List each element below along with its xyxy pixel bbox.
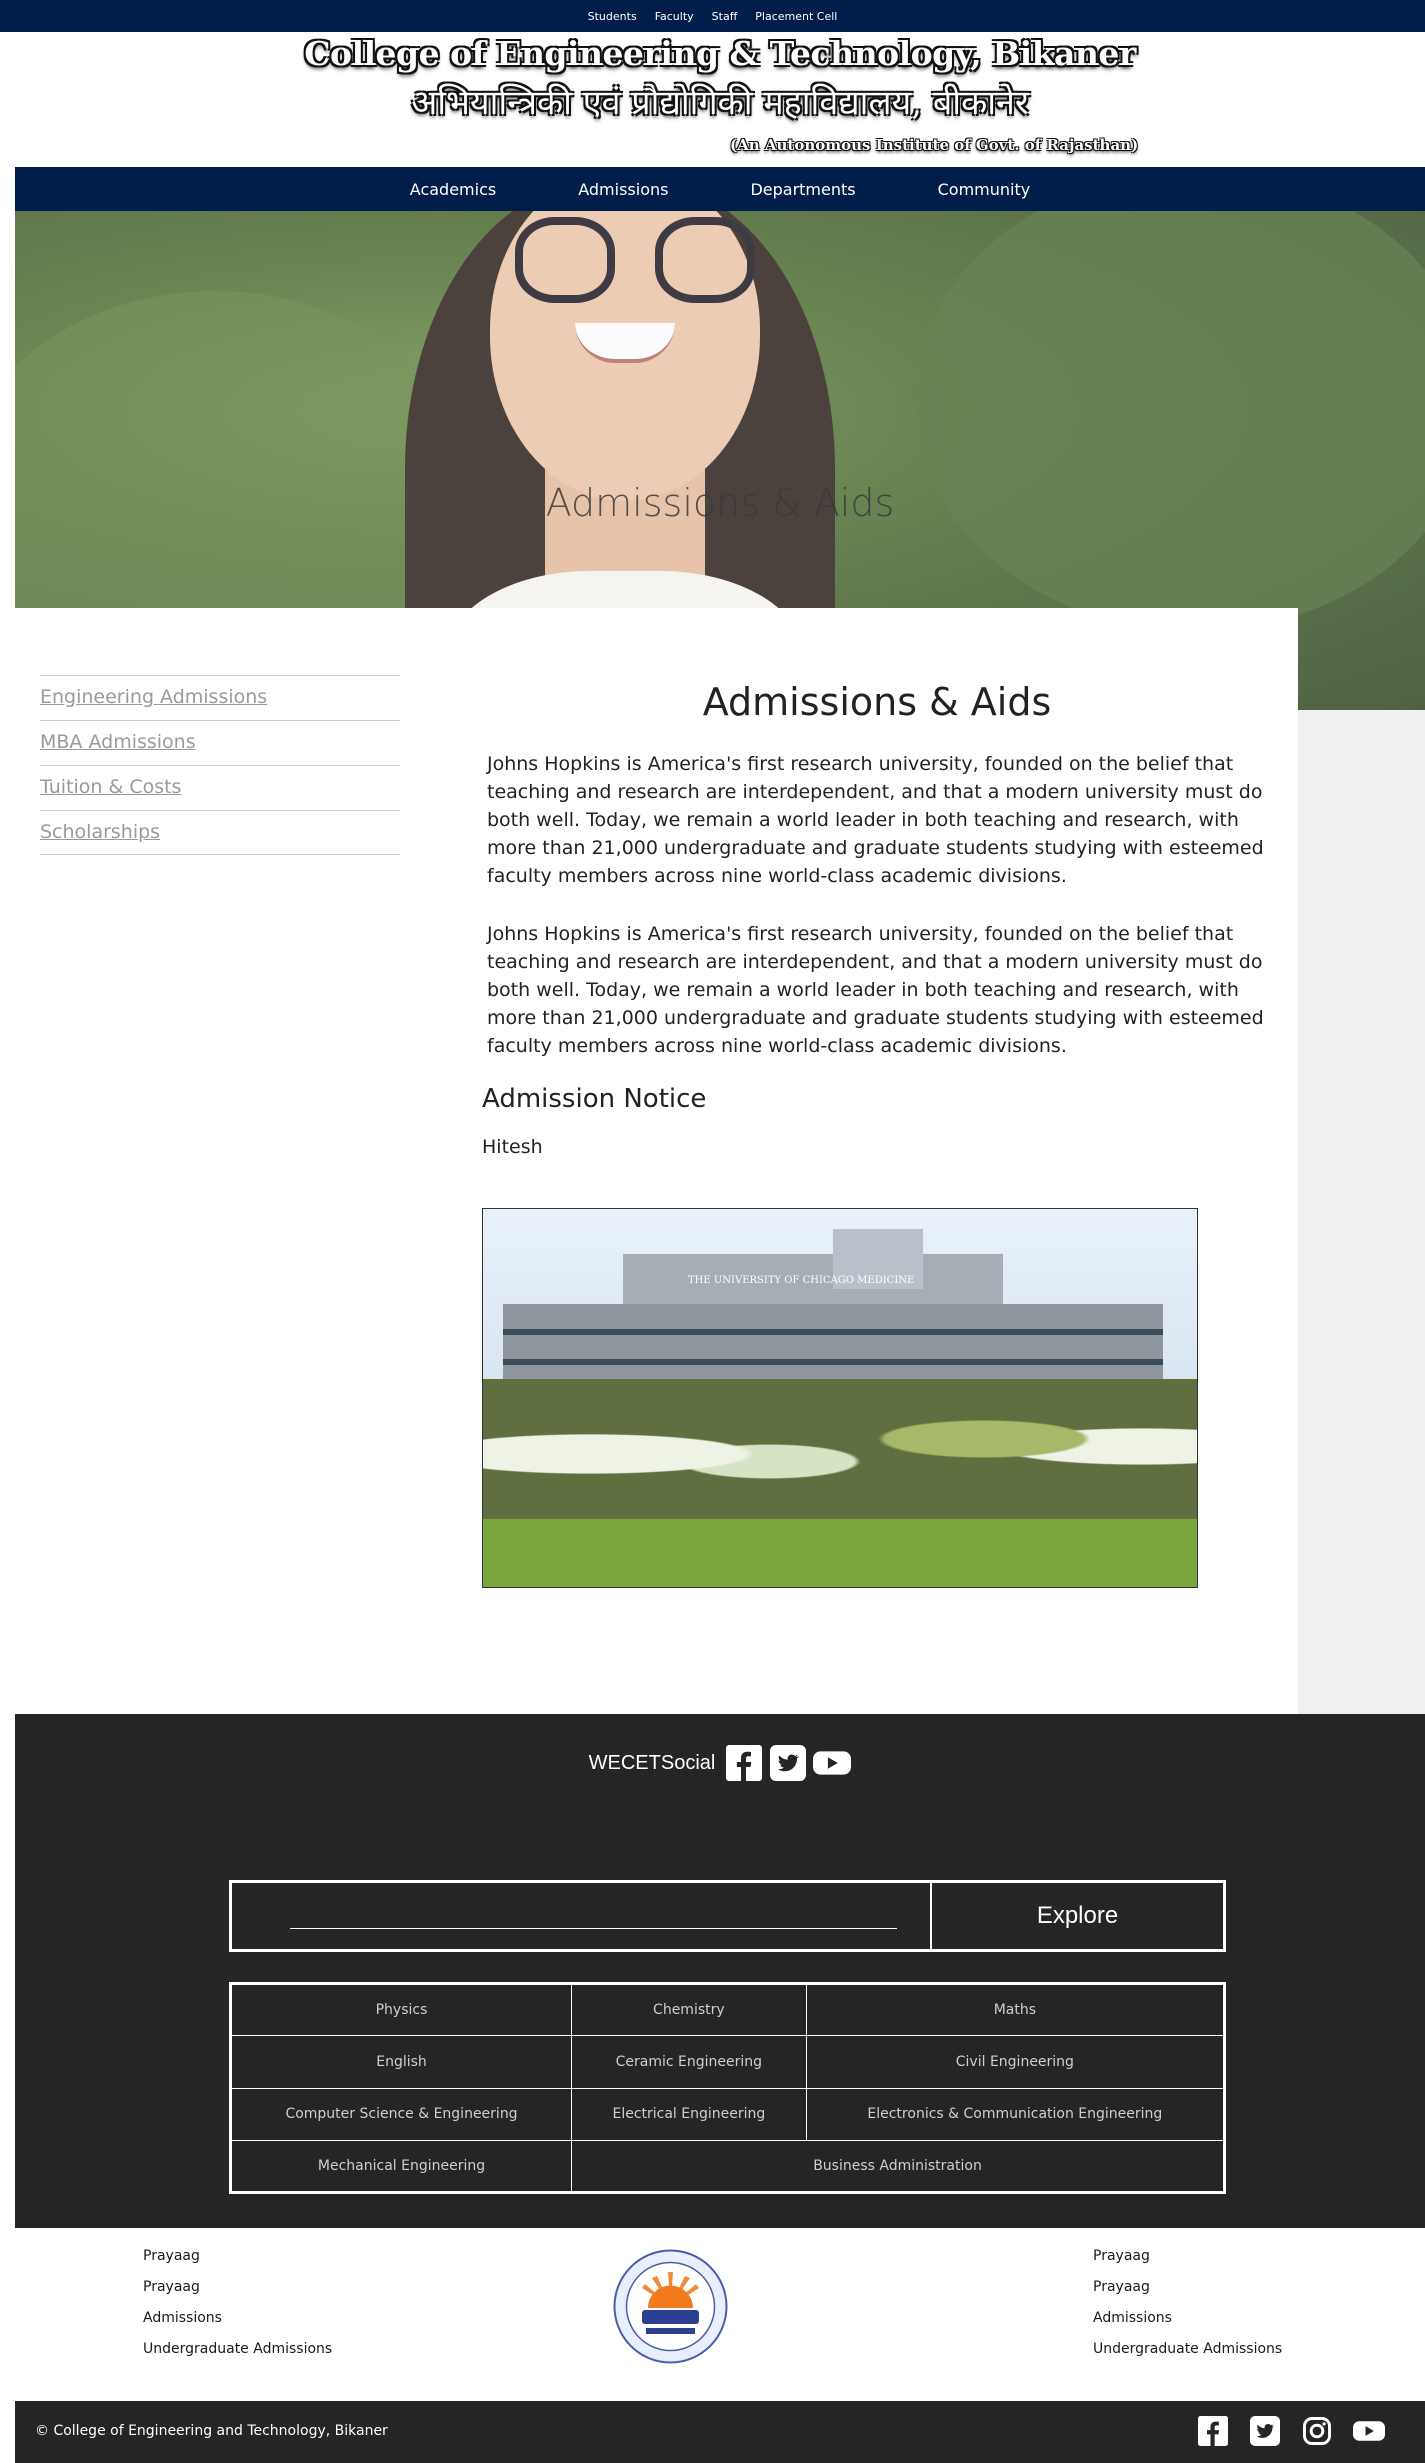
sidebar-item-scholarships[interactable]: Scholarships bbox=[40, 810, 400, 855]
footer-link[interactable]: Undergraduate Admissions bbox=[1093, 2341, 1282, 2372]
topbar-link-placement-cell[interactable]: Placement Cell bbox=[755, 10, 837, 23]
notice-image-window-band bbox=[503, 1329, 1163, 1335]
dept-link-electronics-communication[interactable]: Electronics & Communication Engineering bbox=[805, 2087, 1226, 2141]
bottom-bar: © College of Engineering and Technology,… bbox=[15, 2401, 1425, 2463]
youtube-icon[interactable] bbox=[813, 1744, 852, 1782]
notice-image: THE UNIVERSITY OF CHICAGO MEDICINE bbox=[482, 1208, 1198, 1588]
nav-departments[interactable]: Departments bbox=[709, 180, 896, 199]
table-row: Mechanical Engineering Business Administ… bbox=[229, 2139, 1225, 2194]
explore-field-wrapper bbox=[232, 1883, 932, 1949]
dept-link-chemistry[interactable]: Chemistry bbox=[571, 1982, 807, 2037]
facebook-icon[interactable] bbox=[725, 1744, 763, 1782]
footer-link[interactable]: Undergraduate Admissions bbox=[143, 2341, 332, 2372]
table-row: Physics Chemistry Maths bbox=[229, 1982, 1226, 2037]
top-utility-bar: Students Faculty Staff Placement Cell bbox=[0, 0, 1425, 32]
college-logo bbox=[612, 2248, 729, 2365]
explore-search: Explore bbox=[229, 1880, 1226, 1952]
twitter-icon[interactable] bbox=[1249, 2415, 1281, 2447]
sidebar-item-engineering-admissions[interactable]: Engineering Admissions bbox=[40, 675, 400, 720]
sidebar-navigation: Engineering Admissions MBA Admissions Tu… bbox=[40, 675, 400, 855]
notice-title: Hitesh bbox=[482, 1136, 543, 1158]
hero-title: Admissions & Aids bbox=[545, 481, 895, 525]
footer-link[interactable]: Admissions bbox=[143, 2310, 332, 2341]
footer-link-list-left: Prayaag Prayaag Admissions Undergraduate… bbox=[143, 2248, 332, 2372]
right-gutter bbox=[1298, 710, 1425, 1714]
footer-link[interactable]: Admissions bbox=[1093, 2310, 1282, 2341]
social-row: WECETSocial bbox=[15, 1744, 1425, 1782]
footer-link[interactable]: Prayaag bbox=[1093, 2279, 1282, 2310]
dept-link-physics[interactable]: Physics bbox=[229, 1982, 573, 2037]
footer-link-list-right: Prayaag Prayaag Admissions Undergraduate… bbox=[1093, 2248, 1282, 2372]
departments-grid: Physics Chemistry Maths English Ceramic … bbox=[229, 1982, 1226, 2194]
masthead: College of Engineering & Technology, Bik… bbox=[15, 32, 1425, 167]
nav-community[interactable]: Community bbox=[897, 180, 1072, 199]
dept-link-maths[interactable]: Maths bbox=[805, 1982, 1226, 2037]
footer-main: WECETSocial Explore Physics Chemistry Ma… bbox=[15, 1714, 1425, 2228]
notice-image-trees bbox=[483, 1379, 1197, 1529]
copyright-text: © College of Engineering and Technology,… bbox=[35, 2423, 388, 2439]
dept-link-business-administration[interactable]: Business Administration bbox=[571, 2139, 1225, 2194]
table-row: Computer Science & Engineering Electrica… bbox=[229, 2087, 1226, 2141]
site-title-english[interactable]: College of Engineering & Technology, Bik… bbox=[15, 34, 1425, 73]
footer-link[interactable]: Prayaag bbox=[143, 2248, 332, 2279]
footer-link[interactable]: Prayaag bbox=[143, 2279, 332, 2310]
article-paragraph: Johns Hopkins is America's first researc… bbox=[487, 753, 1264, 887]
twitter-icon[interactable] bbox=[769, 1744, 807, 1782]
sidebar-item-tuition-costs[interactable]: Tuition & Costs bbox=[40, 765, 400, 810]
dept-link-ceramic-engineering[interactable]: Ceramic Engineering bbox=[571, 2035, 807, 2089]
dept-link-english[interactable]: English bbox=[229, 2035, 573, 2089]
site-title-hindi: अभियान्त्रिकी एवं प्रौद्योगिकी महाविद्या… bbox=[411, 83, 1029, 123]
table-row: English Ceramic Engineering Civil Engine… bbox=[229, 2035, 1226, 2089]
page-title: Admissions & Aids bbox=[702, 680, 1052, 724]
topbar-link-staff[interactable]: Staff bbox=[712, 10, 738, 23]
sidebar-item-mba-admissions[interactable]: MBA Admissions bbox=[40, 720, 400, 765]
dept-link-electrical-engineering[interactable]: Electrical Engineering bbox=[571, 2087, 807, 2141]
footer-link[interactable]: Prayaag bbox=[1093, 2248, 1282, 2279]
explore-button[interactable]: Explore bbox=[932, 1883, 1223, 1949]
article-paragraph: Johns Hopkins is America's first researc… bbox=[487, 923, 1264, 1057]
nav-admissions[interactable]: Admissions bbox=[537, 180, 709, 199]
youtube-icon[interactable] bbox=[1353, 2415, 1385, 2447]
notice-image-window-band bbox=[503, 1359, 1163, 1365]
topbar-link-faculty[interactable]: Faculty bbox=[655, 10, 694, 23]
dept-link-mechanical-engineering[interactable]: Mechanical Engineering bbox=[229, 2139, 573, 2194]
explore-input[interactable] bbox=[290, 1903, 897, 1929]
topbar-link-students[interactable]: Students bbox=[588, 10, 637, 23]
bottom-social-icons bbox=[1197, 2415, 1385, 2447]
admission-notice-heading: Admission Notice bbox=[482, 1084, 707, 1114]
notice-image-sign: THE UNIVERSITY OF CHICAGO MEDICINE bbox=[688, 1275, 915, 1286]
footer-links: Prayaag Prayaag Admissions Undergraduate… bbox=[15, 2228, 1425, 2401]
notice-image-lawn bbox=[483, 1519, 1197, 1587]
instagram-icon[interactable] bbox=[1301, 2415, 1333, 2447]
dept-link-computer-science[interactable]: Computer Science & Engineering bbox=[229, 2087, 573, 2141]
site-subtitle: (An Autonomous Institute of Govt. of Raj… bbox=[730, 136, 1139, 154]
nav-academics[interactable]: Academics bbox=[369, 180, 537, 199]
social-brand: WECETSocial bbox=[588, 1751, 716, 1774]
main-navigation: Academics Admissions Departments Communi… bbox=[15, 167, 1425, 211]
main-article: Admissions & Aids Johns Hopkins is Ameri… bbox=[482, 680, 1267, 1162]
dept-link-civil-engineering[interactable]: Civil Engineering bbox=[805, 2035, 1226, 2089]
facebook-icon[interactable] bbox=[1197, 2415, 1229, 2447]
